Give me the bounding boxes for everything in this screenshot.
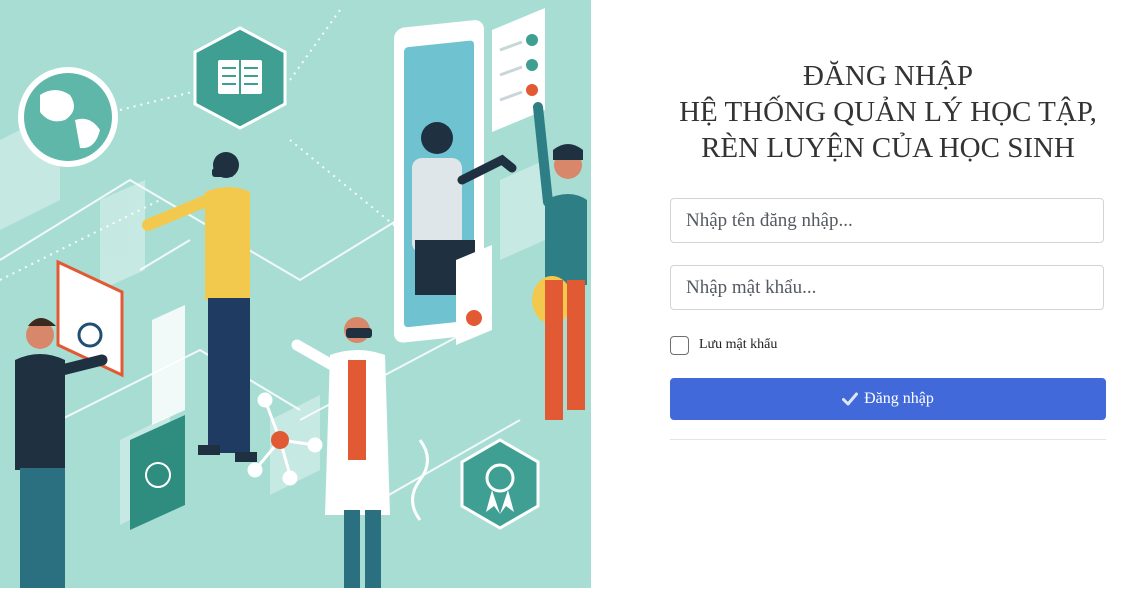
remember-password-checkbox[interactable] — [670, 335, 689, 355]
award-hexagon-icon — [460, 438, 540, 530]
globe-icon — [18, 67, 118, 167]
title-line-2: HỆ THỐNG QUẢN LÝ HỌC TẬP, — [679, 96, 1097, 128]
remember-password[interactable]: Lưu mật khẩu — [670, 334, 777, 356]
login-button[interactable]: Đăng nhập — [670, 378, 1106, 420]
remember-password-label: Lưu mật khẩu — [699, 337, 778, 352]
divider — [670, 439, 1106, 440]
hero-illustration — [0, 0, 591, 588]
login-panel: ĐĂNG NHẬP HỆ THỐNG QUẢN LÝ HỌC TẬP, RÈN … — [591, 0, 1147, 590]
person-right — [532, 102, 587, 420]
username-input[interactable] — [670, 198, 1104, 243]
password-input[interactable] — [670, 265, 1104, 310]
education-technology-illustration — [0, 8, 587, 588]
title-line-3: RÈN LUYỆN CỦA HỌC SINH — [701, 132, 1075, 164]
check-icon — [842, 392, 859, 406]
title-line-1: ĐĂNG NHẬP — [803, 60, 973, 92]
person-left — [15, 318, 108, 588]
certificate — [456, 245, 492, 345]
book-hexagon-icon — [193, 26, 287, 130]
login-button-label: Đăng nhập — [864, 390, 934, 407]
page-title: ĐĂNG NHẬP HỆ THỐNG QUẢN LÝ HỌC TẬP, RÈN … — [631, 58, 1145, 166]
